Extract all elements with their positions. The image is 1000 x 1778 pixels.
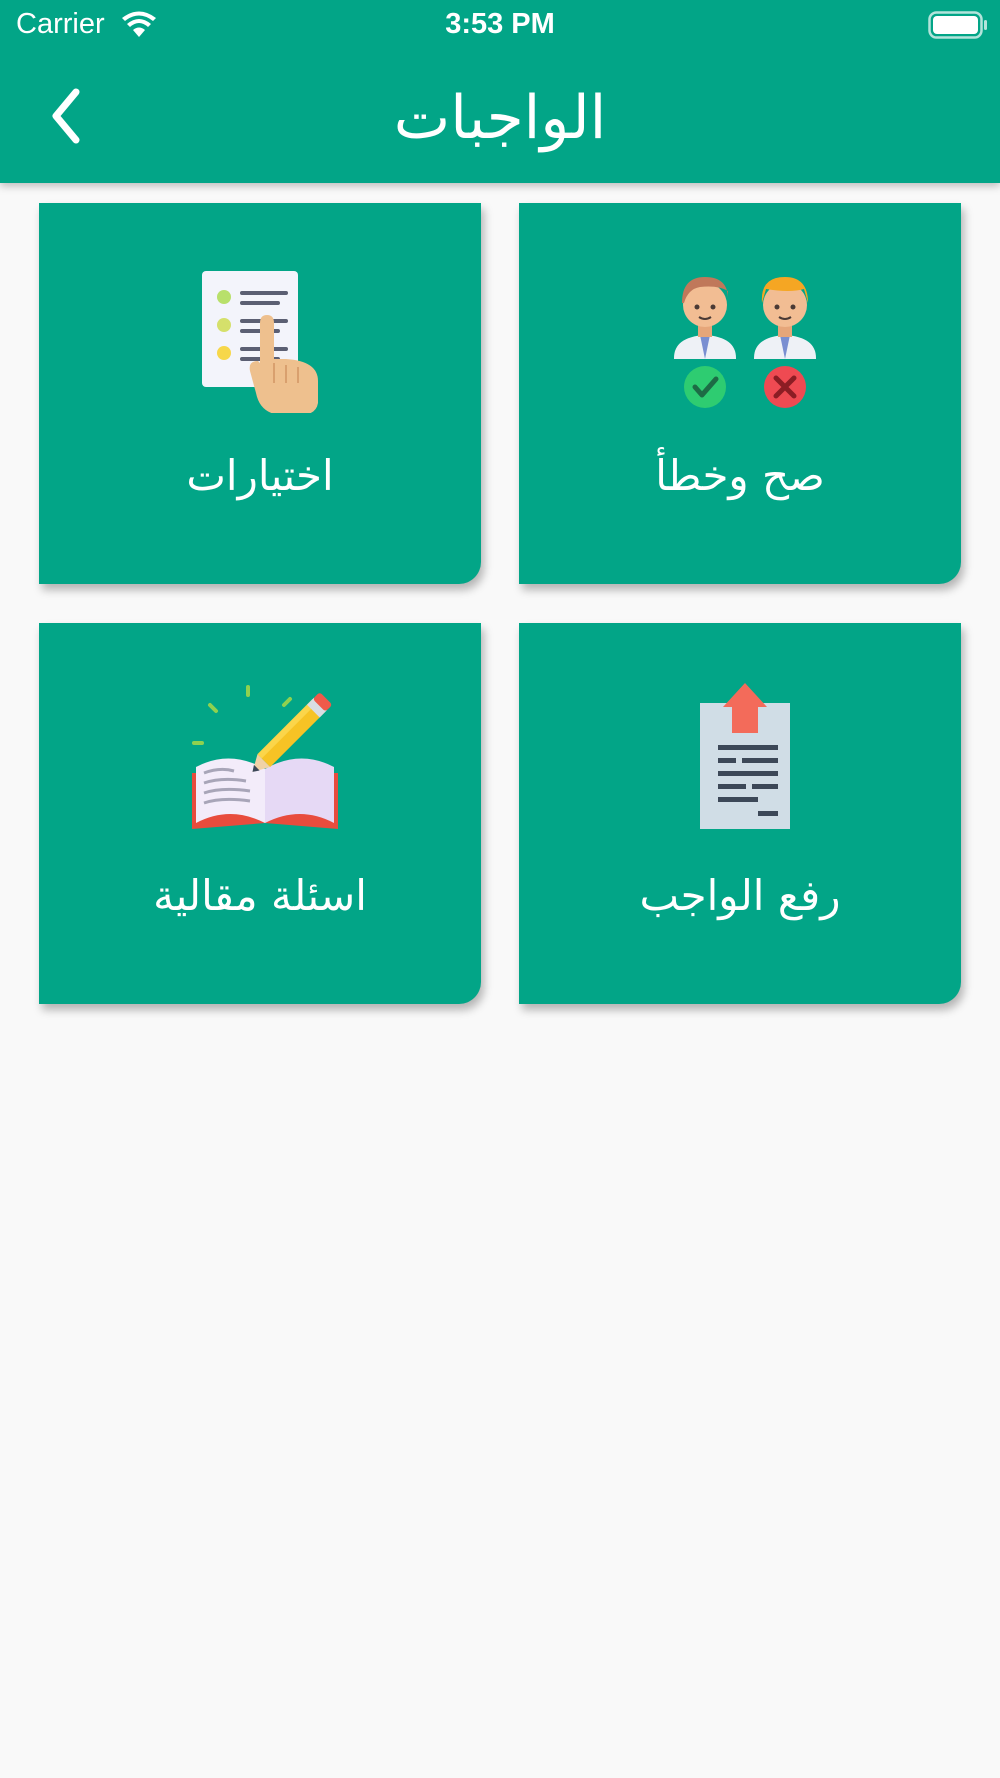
essay-questions-label: اسئلة مقالية — [153, 871, 367, 920]
multiple-choice-label: اختيارات — [186, 451, 334, 500]
upload-homework-card[interactable]: رفع الواجب — [519, 623, 961, 1004]
upload-document-icon — [700, 683, 790, 829]
true-false-card[interactable]: صح وخطأ — [519, 203, 961, 584]
essay-questions-card[interactable]: اسئلة مقالية — [39, 623, 481, 1004]
page-title: الواجبات — [393, 83, 607, 153]
true-false-icon — [674, 277, 816, 408]
multiple-choice-card[interactable]: اختيارات — [39, 203, 481, 584]
status-bar: Carrier 3:53 PM — [0, 0, 1000, 50]
multiple-choice-icon — [202, 271, 318, 413]
app-header: Carrier 3:53 PM الواجبات — [0, 0, 1000, 183]
essay-book-icon — [192, 685, 338, 829]
true-false-label: صح وخطأ — [655, 451, 825, 500]
upload-homework-label: رفع الواجب — [639, 871, 841, 920]
status-time: 3:53 PM — [445, 8, 555, 40]
battery-icon — [928, 11, 987, 39]
